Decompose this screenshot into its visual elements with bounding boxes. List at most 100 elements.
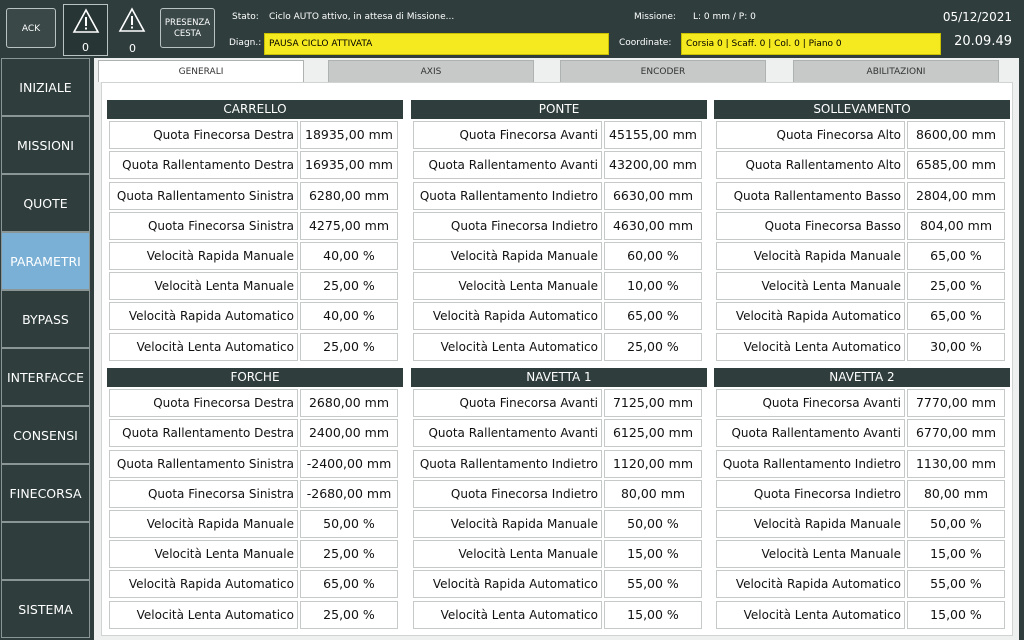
param-row: Velocità Rapida Automatico 65,00 %: [107, 570, 403, 599]
param-value-field[interactable]: 6585,00 mm: [907, 151, 1005, 180]
param-value-field[interactable]: 15,00 %: [907, 540, 1005, 569]
param-value-field[interactable]: 55,00 %: [604, 570, 702, 599]
alarm-indicator-2[interactable]: 0: [110, 4, 155, 56]
alarm-indicator-1[interactable]: 0: [63, 4, 108, 56]
param-value-field[interactable]: 65,00 %: [907, 241, 1005, 270]
sidebar-item-parametri[interactable]: PARAMETRI: [1, 232, 90, 290]
sidebar-item-finecorsa[interactable]: FINECORSA: [1, 464, 90, 522]
stato-label: Stato:: [232, 12, 259, 22]
group-title: NAVETTA 2: [714, 368, 1010, 387]
param-value-field[interactable]: 80,00 mm: [604, 479, 702, 508]
param-label: Quota Rallentamento Indietro: [413, 181, 602, 210]
warning-triangle-icon: [118, 7, 146, 32]
param-value-field[interactable]: 55,00 %: [907, 570, 1005, 599]
param-value-field[interactable]: 6125,00 mm: [604, 419, 702, 448]
main-content: GENERALI AXIS ENCODER ABILITAZIONI CARRE…: [94, 58, 1019, 640]
param-value-field[interactable]: 1130,00 mm: [907, 449, 1005, 478]
param-value-field[interactable]: 2804,00 mm: [907, 181, 1005, 210]
param-label: Velocità Rapida Manuale: [109, 509, 298, 538]
param-value-field[interactable]: 8600,00 mm: [907, 121, 1005, 150]
param-value-field[interactable]: 4630,00 mm: [604, 211, 702, 240]
param-row: Quota Finecorsa Indietro 80,00 mm: [714, 479, 1010, 508]
coordinate-value: Corsia 0 | Scaff. 0 | Col. 0 | Piano 0: [681, 33, 941, 55]
sidebar-item-empty[interactable]: [1, 522, 90, 580]
param-value-field[interactable]: 65,00 %: [604, 302, 702, 331]
presenza-cesta-button[interactable]: PRESENZA CESTA: [160, 8, 215, 48]
param-value-field[interactable]: 7770,00 mm: [907, 389, 1005, 418]
param-value-field[interactable]: -2400,00 mm: [300, 449, 398, 478]
param-value-field[interactable]: 6770,00 mm: [907, 419, 1005, 448]
tab-axis[interactable]: AXIS: [328, 60, 534, 82]
param-value-field[interactable]: 50,00 %: [907, 509, 1005, 538]
ack-button[interactable]: ACK: [6, 8, 56, 48]
param-label: Velocità Rapida Manuale: [413, 241, 602, 270]
param-label: Velocità Lenta Automatico: [109, 600, 298, 629]
param-label: Quota Finecorsa Destra: [109, 121, 298, 150]
param-value-field[interactable]: 25,00 %: [604, 332, 702, 361]
param-row: Velocità Rapida Manuale 65,00 %: [714, 241, 1010, 270]
param-value-field[interactable]: 16935,00 mm: [300, 151, 398, 180]
sidebar-item-consensi[interactable]: CONSENSI: [1, 406, 90, 464]
tab-abilitazioni[interactable]: ABILITAZIONI: [793, 60, 999, 82]
param-row: Quota Finecorsa Avanti 7125,00 mm: [411, 389, 707, 418]
param-value-field[interactable]: 40,00 %: [300, 302, 398, 331]
presence-line-2: CESTA: [173, 29, 202, 39]
param-value-field[interactable]: -2680,00 mm: [300, 479, 398, 508]
param-value-field[interactable]: 15,00 %: [604, 540, 702, 569]
sidebar-item-bypass[interactable]: BYPASS: [1, 290, 90, 348]
param-value-field[interactable]: 50,00 %: [300, 509, 398, 538]
tab-encoder[interactable]: ENCODER: [560, 60, 766, 82]
param-label: Quota Finecorsa Avanti: [413, 389, 602, 418]
param-value-field[interactable]: 4275,00 mm: [300, 211, 398, 240]
param-value-field[interactable]: 25,00 %: [300, 600, 398, 629]
param-value-field[interactable]: 65,00 %: [300, 570, 398, 599]
param-row: Quota Rallentamento Indietro 6630,00 mm: [411, 181, 707, 210]
param-value-field[interactable]: 6280,00 mm: [300, 181, 398, 210]
param-value-field[interactable]: 7125,00 mm: [604, 389, 702, 418]
param-value-field[interactable]: 60,00 %: [604, 241, 702, 270]
param-value-field[interactable]: 50,00 %: [604, 509, 702, 538]
param-value-field[interactable]: 15,00 %: [604, 600, 702, 629]
param-value-field[interactable]: 10,00 %: [604, 272, 702, 301]
param-row: Velocità Lenta Manuale 25,00 %: [714, 272, 1010, 301]
param-value-field[interactable]: 25,00 %: [300, 540, 398, 569]
param-value-field[interactable]: 2400,00 mm: [300, 419, 398, 448]
sidebar-item-missioni[interactable]: MISSIONI: [1, 116, 90, 174]
param-value-field[interactable]: 40,00 %: [300, 241, 398, 270]
param-label: Quota Finecorsa Alto: [716, 121, 905, 150]
sidebar-item-iniziale[interactable]: INIZIALE: [1, 58, 90, 116]
param-value-field[interactable]: 80,00 mm: [907, 479, 1005, 508]
param-value-field[interactable]: 6630,00 mm: [604, 181, 702, 210]
param-group-navetta-1: NAVETTA 1 Quota Finecorsa Avanti 7125,00 m…: [411, 368, 707, 629]
group-title: NAVETTA 1: [411, 368, 707, 387]
param-row: Velocità Rapida Automatico 65,00 %: [714, 302, 1010, 331]
param-value-field[interactable]: 45155,00 mm: [604, 121, 702, 150]
param-row: Quota Rallentamento Avanti 6770,00 mm: [714, 419, 1010, 448]
sidebar-item-sistema[interactable]: SISTEMA: [1, 580, 90, 638]
param-value-field[interactable]: 804,00 mm: [907, 211, 1005, 240]
param-value-field[interactable]: 2680,00 mm: [300, 389, 398, 418]
param-value-field[interactable]: 15,00 %: [907, 600, 1005, 629]
param-value-field[interactable]: 25,00 %: [907, 272, 1005, 301]
param-value-field[interactable]: 25,00 %: [300, 332, 398, 361]
param-row: Velocità Lenta Automatico 25,00 %: [107, 600, 403, 629]
param-value-field[interactable]: 30,00 %: [907, 332, 1005, 361]
param-value-field[interactable]: 65,00 %: [907, 302, 1005, 331]
sidebar-item-interfacce[interactable]: INTERFACCE: [1, 348, 90, 406]
param-value-field[interactable]: 25,00 %: [300, 272, 398, 301]
param-row: Velocità Rapida Manuale 40,00 %: [107, 241, 403, 270]
param-value-field[interactable]: 1120,00 mm: [604, 449, 702, 478]
param-label: Velocità Lenta Automatico: [716, 600, 905, 629]
param-row: Quota Finecorsa Sinistra -2680,00 mm: [107, 479, 403, 508]
sidebar-item-quote[interactable]: QUOTE: [1, 174, 90, 232]
param-row: Velocità Rapida Manuale 50,00 %: [714, 509, 1010, 538]
param-value-field[interactable]: 43200,00 mm: [604, 151, 702, 180]
param-row: Velocità Lenta Manuale 10,00 %: [411, 272, 707, 301]
param-label: Velocità Rapida Automatico: [109, 570, 298, 599]
param-value-field[interactable]: 18935,00 mm: [300, 121, 398, 150]
tab-generali[interactable]: GENERALI: [98, 60, 304, 82]
header-bar: ACK 0 0 PRESENZA CESTA Stato: Ciclo AUTO…: [0, 0, 1024, 58]
param-group-navetta-2: NAVETTA 2 Quota Finecorsa Avanti 7770,00 m…: [714, 368, 1010, 629]
sidebar-nav: INIZIALE MISSIONI QUOTE PARAMETRI BYPASS…: [0, 58, 91, 640]
param-label: Quota Finecorsa Sinistra: [109, 211, 298, 240]
